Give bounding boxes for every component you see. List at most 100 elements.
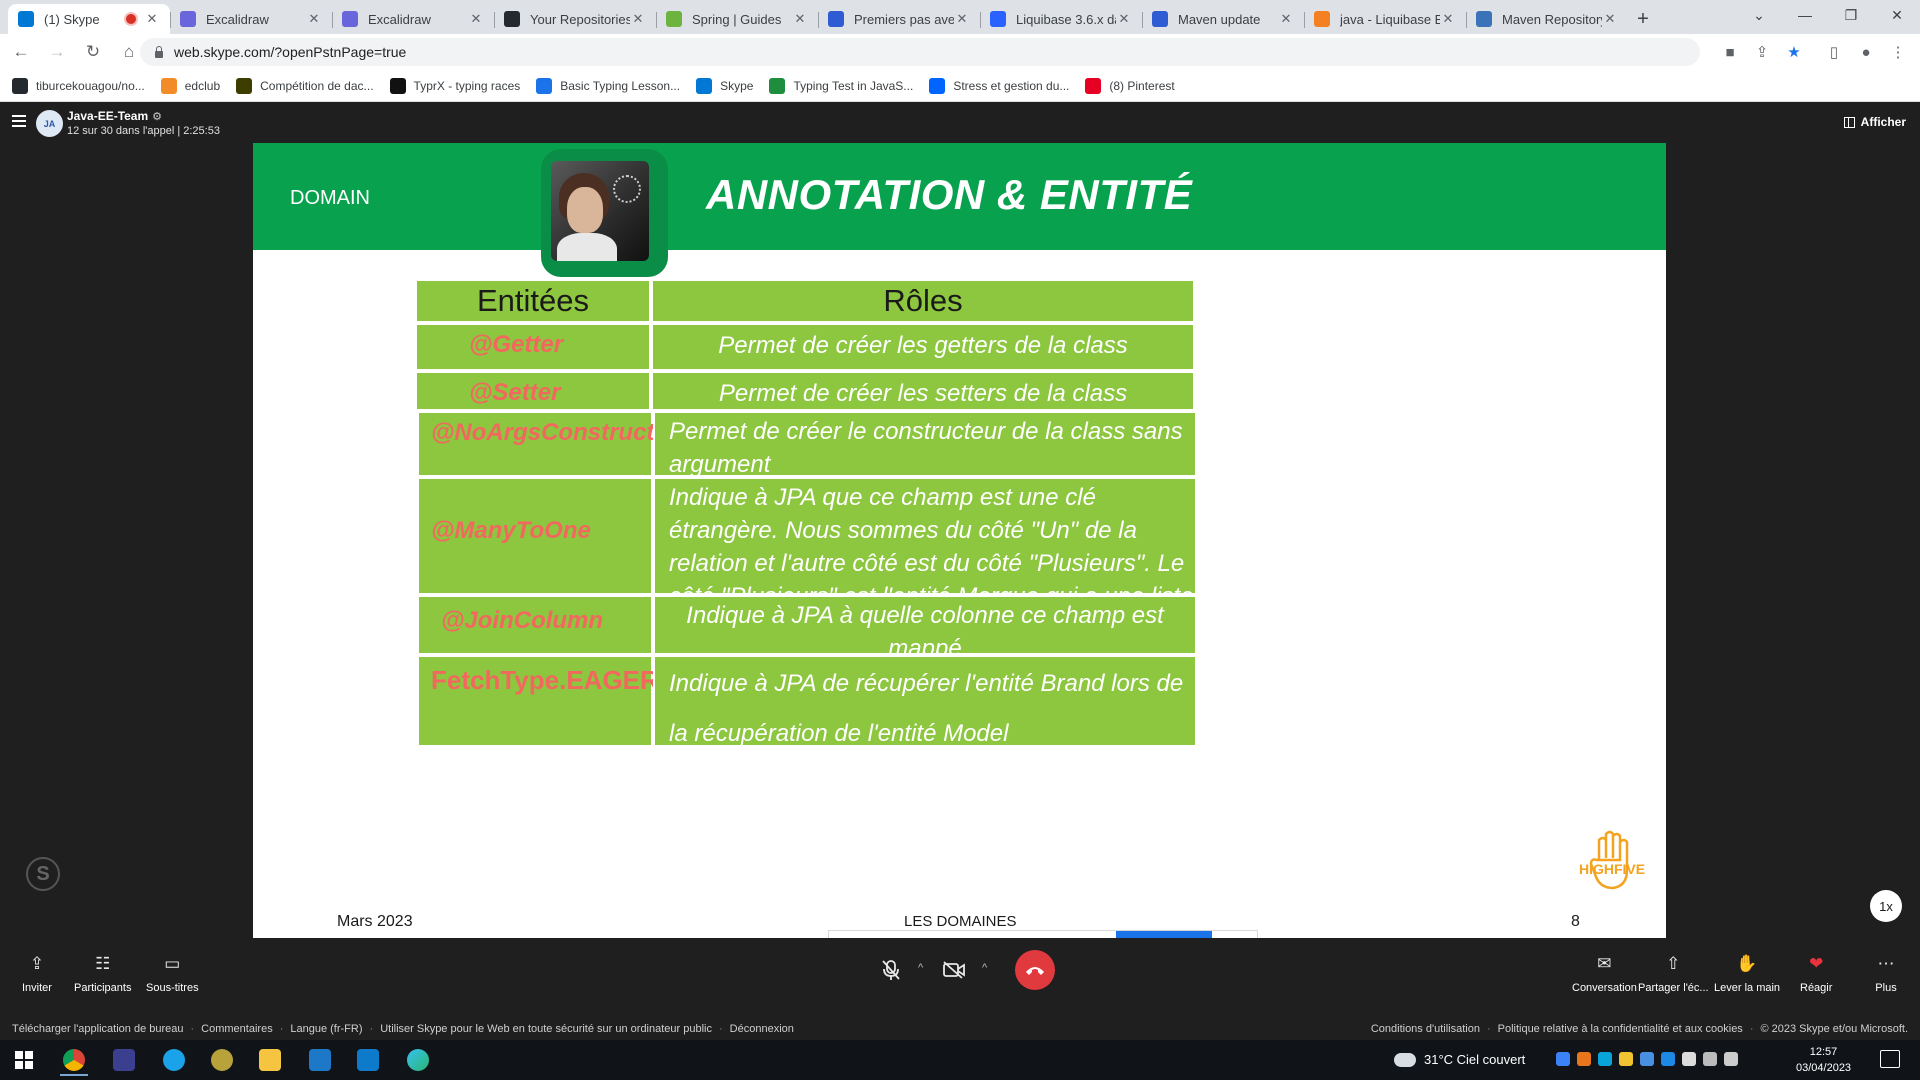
browser-tab[interactable]: java - Liquibase ER✕ — [1304, 4, 1466, 34]
mic-muted-icon[interactable] — [873, 952, 909, 988]
tray-skype-icon[interactable] — [1598, 1052, 1612, 1066]
control-more[interactable]: ⋯ Plus — [1874, 952, 1898, 994]
edge-taskbar-icon[interactable] — [398, 1044, 438, 1076]
camera-off-icon[interactable] — [936, 952, 972, 988]
browser-tab[interactable]: Excalidraw ✕ — [170, 4, 332, 34]
control-share[interactable]: ⇪ Inviter — [22, 952, 52, 994]
screen-share-stage: DOMAIN ANNOTATION & ENTITÉ Entitées Rôles… — [0, 143, 1920, 938]
control-share-screen[interactable]: ⇧ Partager l'éc... — [1638, 952, 1709, 994]
group-avatar[interactable]: JA — [36, 110, 63, 137]
bluetooth-icon[interactable] — [1661, 1052, 1675, 1066]
network-icon[interactable] — [1703, 1052, 1717, 1066]
tray-app-icon[interactable] — [1577, 1052, 1591, 1066]
zoom-level-button[interactable]: 1x — [1870, 890, 1902, 922]
footer-link[interactable]: Déconnexion — [730, 1023, 794, 1035]
browser-tab[interactable]: Maven Repository: ✕ — [1466, 4, 1628, 34]
tray-app-icon[interactable] — [1640, 1052, 1654, 1066]
file-explorer-taskbar-icon[interactable] — [250, 1044, 290, 1076]
menu-icon[interactable] — [12, 115, 26, 127]
address-bar[interactable]: web.skype.com/?openPstnPage=true — [140, 38, 1700, 66]
close-tab-icon[interactable]: ✕ — [630, 11, 646, 27]
bookmark-label: TyprX - typing races — [413, 78, 521, 93]
browser-tab[interactable]: Maven update ✕ — [1142, 4, 1304, 34]
back-icon[interactable]: ← — [6, 37, 36, 67]
browser-tab[interactable]: (1) Skype ✕ — [8, 4, 170, 34]
side-panel-icon[interactable]: ▯ — [1822, 40, 1846, 64]
close-tab-icon[interactable]: ✕ — [1440, 11, 1456, 27]
browser-tab[interactable]: Premiers pas avec ✕ — [818, 4, 980, 34]
control-heart[interactable]: ❤ Réagir — [1800, 952, 1832, 994]
slide-scroll-thumb[interactable] — [1116, 931, 1212, 938]
browser-tab[interactable]: Liquibase 3.6.x dat ✕ — [980, 4, 1142, 34]
bookmark-item[interactable]: (8) Pinterest — [1085, 77, 1175, 94]
notification-center-icon[interactable] — [1880, 1050, 1900, 1068]
close-tab-icon[interactable]: ✕ — [468, 11, 484, 27]
edge-app-taskbar-icon[interactable] — [154, 1044, 194, 1076]
tray-app-icon[interactable] — [1619, 1052, 1633, 1066]
windows-start-icon[interactable] — [4, 1044, 44, 1076]
camera-blocked-icon[interactable]: ■ — [1718, 40, 1742, 64]
bookmark-item[interactable]: TyprX - typing races — [389, 77, 521, 94]
footer-link[interactable]: Politique relative à la confidentialité … — [1498, 1023, 1743, 1035]
footer-link[interactable]: Commentaires — [201, 1023, 273, 1035]
restore-button[interactable]: ❐ — [1828, 0, 1874, 30]
close-tab-icon[interactable]: ✕ — [792, 11, 808, 27]
footer-link[interactable]: Conditions d'utilisation — [1371, 1023, 1480, 1035]
chrome-taskbar-icon[interactable] — [54, 1044, 94, 1076]
taskbar-clock[interactable]: 12:57 03/04/2023 — [1796, 1044, 1851, 1076]
new-tab-button[interactable]: + — [1628, 4, 1658, 34]
close-tab-icon[interactable]: ✕ — [1602, 11, 1618, 27]
microphone-icon[interactable] — [1682, 1052, 1696, 1066]
footer-link[interactable]: Langue (fr-FR) — [290, 1023, 362, 1035]
tray-app-icon[interactable] — [1556, 1052, 1570, 1066]
reload-icon[interactable]: ↻ — [78, 37, 108, 67]
footer-link[interactable]: © 2023 Skype et/ou Microsoft. — [1760, 1023, 1908, 1035]
photos-taskbar-icon[interactable] — [300, 1044, 340, 1076]
mic-options-chevron-icon[interactable]: ^ — [918, 962, 923, 974]
end-call-button[interactable] — [1015, 950, 1055, 990]
browser-tab[interactable]: Excalidraw ✕ — [332, 4, 494, 34]
close-tab-icon[interactable]: ✕ — [1278, 11, 1294, 27]
settings-gear-icon[interactable]: ⚙ — [152, 111, 162, 123]
app-taskbar-icon[interactable] — [104, 1044, 144, 1076]
browser-tab[interactable]: Spring | Guides ✕ — [656, 4, 818, 34]
browser-menu-icon[interactable]: ⋮ — [1886, 40, 1910, 64]
call-controls-bar: ⇪ Inviter ☷ Participants ▭ Sous-titres ^ ^ ✉ C… — [0, 938, 1920, 1020]
share-page-icon[interactable]: ⇪ — [1750, 40, 1774, 64]
minimize-button[interactable]: — — [1782, 0, 1828, 30]
control-participants[interactable]: ☷ Participants — [74, 952, 131, 994]
show-layout-button[interactable]: Afficher — [1843, 115, 1906, 129]
tab-title: Liquibase 3.6.x dat — [1016, 11, 1116, 27]
bookmark-item[interactable]: Stress et gestion du... — [929, 77, 1069, 94]
close-window-button[interactable]: ✕ — [1874, 0, 1920, 30]
close-tab-icon[interactable]: ✕ — [954, 11, 970, 27]
bookmark-label: Skype — [720, 78, 754, 93]
bookmark-star-icon[interactable]: ★ — [1782, 40, 1806, 64]
close-tab-icon[interactable]: ✕ — [144, 11, 160, 27]
monitor-app-taskbar-icon[interactable] — [202, 1044, 242, 1076]
control-chat[interactable]: ✉ Conversation — [1572, 952, 1637, 994]
bookmark-item[interactable]: Typing Test in JavaS... — [769, 77, 913, 94]
slide-photo-frame — [541, 149, 668, 277]
camera-options-chevron-icon[interactable]: ^ — [982, 962, 987, 974]
forward-icon[interactable]: → — [42, 37, 72, 67]
bookmark-item[interactable]: edclub — [160, 77, 220, 94]
close-tab-icon[interactable]: ✕ — [1116, 11, 1132, 27]
tab-search-icon[interactable]: ⌄ — [1736, 0, 1782, 30]
weather-widget[interactable]: 31°C Ciel couvert — [1394, 1052, 1525, 1067]
bookmark-item[interactable]: Basic Typing Lesson... — [536, 77, 680, 94]
profile-icon[interactable]: ● — [1854, 40, 1878, 64]
table-cell-role: Permet de créer les setters de la class — [651, 371, 1195, 411]
footer-link[interactable]: Télécharger l'application de bureau — [12, 1023, 184, 1035]
vscode-taskbar-icon[interactable] — [348, 1044, 388, 1076]
volume-icon[interactable] — [1724, 1052, 1738, 1066]
bookmark-item[interactable]: Skype — [696, 77, 754, 94]
control-captions[interactable]: ▭ Sous-titres — [146, 952, 199, 994]
bookmark-item[interactable]: tiburcekouagou/no... — [12, 77, 145, 94]
close-tab-icon[interactable]: ✕ — [306, 11, 322, 27]
group-name[interactable]: Java-EE-Team ⚙ — [67, 109, 162, 123]
control-raise-hand[interactable]: ✋ Lever la main — [1714, 952, 1780, 994]
footer-link[interactable]: Utiliser Skype pour le Web en toute sécu… — [380, 1023, 712, 1035]
browser-tab[interactable]: Your Repositories ✕ — [494, 4, 656, 34]
bookmark-item[interactable]: Compétition de dac... — [236, 77, 374, 94]
